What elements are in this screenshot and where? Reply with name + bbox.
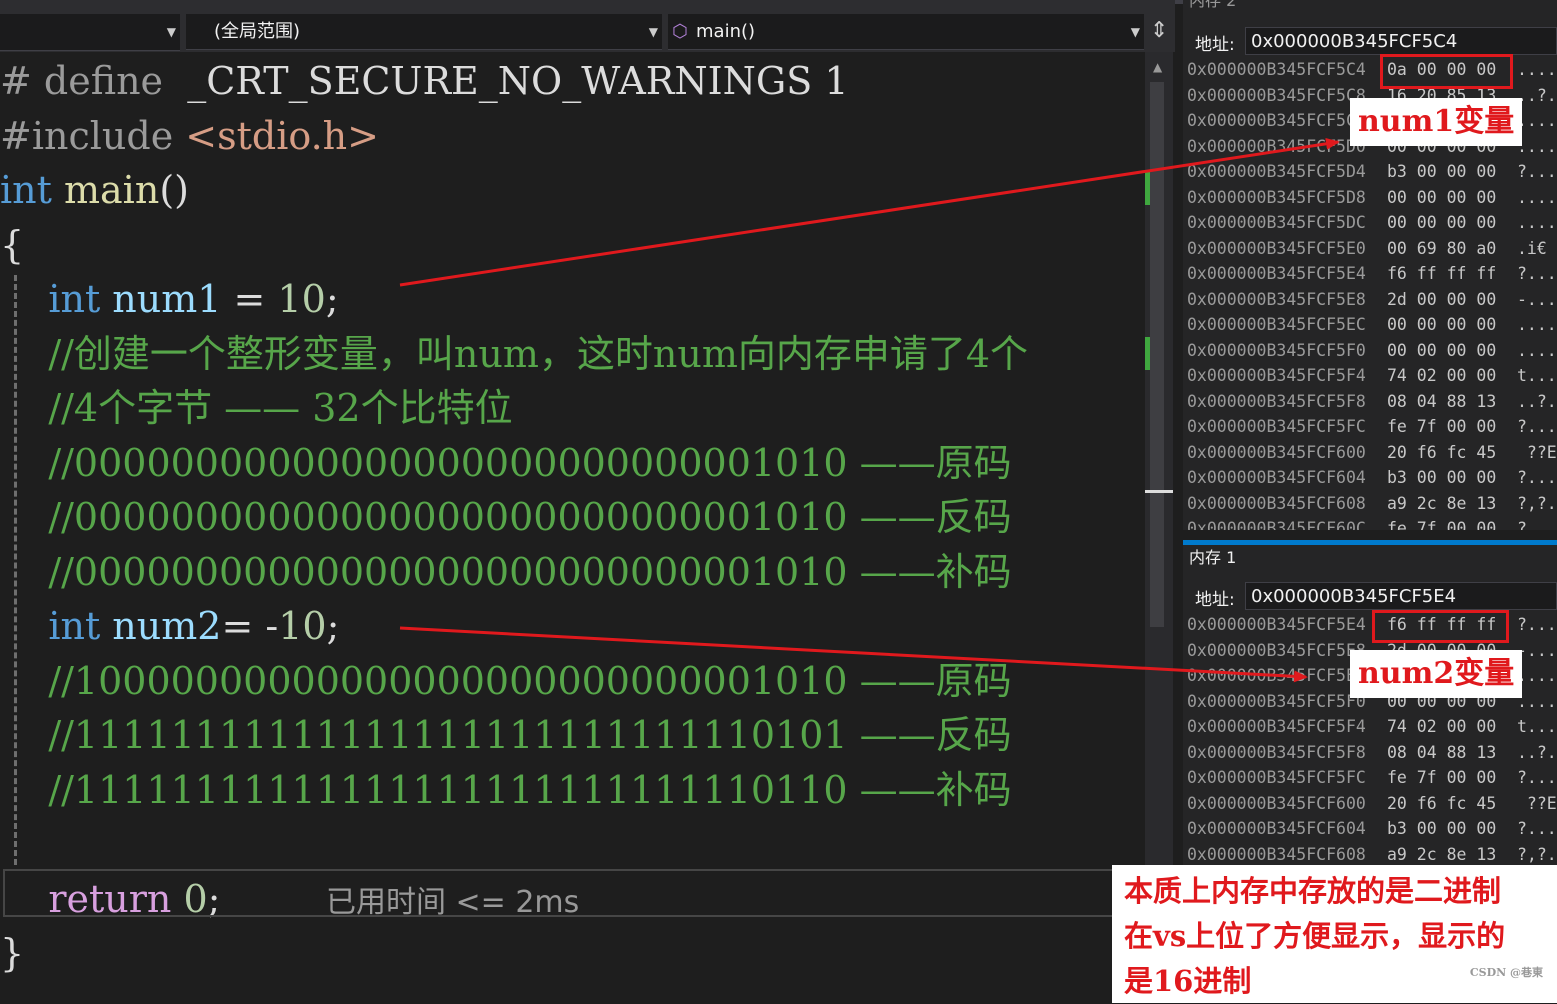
- num2-arrow: [399, 626, 1308, 683]
- num1-arrow: [399, 137, 1340, 287]
- num1-label: num1变量: [1350, 98, 1523, 146]
- watermark: CSDN @巷東: [1469, 966, 1543, 979]
- num2-label: num2变量: [1350, 650, 1523, 698]
- note-line: 本质上内存中存放的是二进制: [1124, 874, 1502, 908]
- annotation-arrows: [399, 137, 1340, 683]
- explanation-note: 本质上内存中存放的是二进制 在vs上位了方便显示，显示的 是16进制 CSDN …: [1112, 865, 1557, 1003]
